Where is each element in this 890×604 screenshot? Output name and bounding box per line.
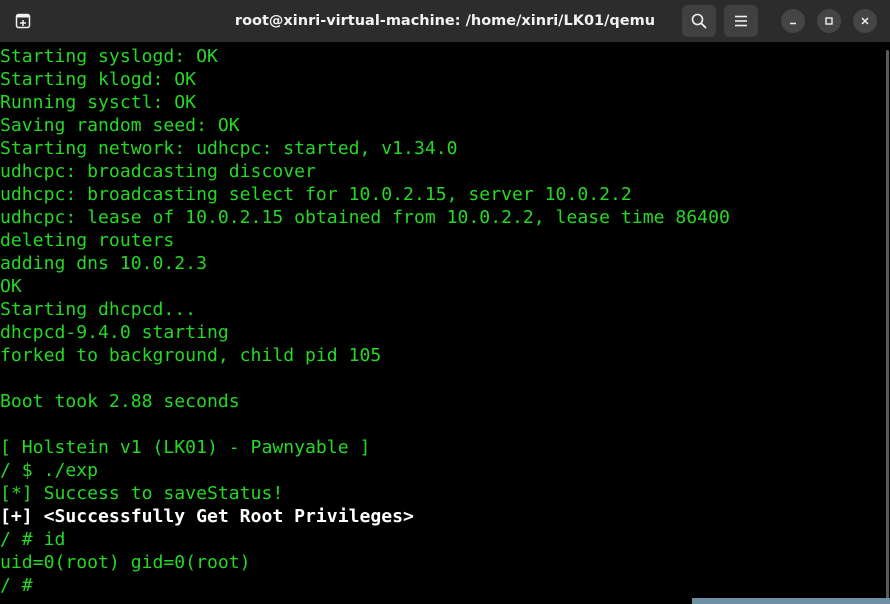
desktop-background-edge: [692, 598, 890, 604]
search-button[interactable]: [682, 5, 716, 37]
terminal-line: uid=0(root) gid=0(root): [0, 552, 251, 573]
new-tab-button[interactable]: [6, 5, 40, 37]
terminal-line: Starting dhcpcd...: [0, 299, 197, 320]
title-bar: root@xinri-virtual-machine: /home/xinri/…: [0, 0, 890, 42]
new-tab-icon: [15, 13, 31, 29]
terminal-scrollbar[interactable]: [884, 42, 890, 604]
scrollbar-thumb[interactable]: [886, 50, 889, 604]
minimize-button[interactable]: [781, 9, 805, 33]
minimize-icon: [790, 22, 796, 25]
maximize-icon: [825, 17, 833, 25]
terminal-line: [ Holstein v1 (LK01) - Pawnyable ]: [0, 437, 371, 458]
terminal-line: udhcpc: broadcasting select for 10.0.2.1…: [0, 184, 632, 205]
terminal-line: Saving random seed: OK: [0, 115, 240, 136]
terminal-line: / # id: [0, 529, 66, 550]
terminal-line: / $ ./exp: [0, 460, 99, 481]
terminal-line: udhcpc: lease of 10.0.2.15 obtained from…: [0, 207, 730, 228]
hamburger-menu-icon: [735, 15, 747, 27]
maximize-button[interactable]: [817, 9, 841, 33]
terminal-line: Boot took 2.88 seconds: [0, 391, 240, 412]
close-icon: [861, 17, 869, 25]
terminal-line: udhcpc: broadcasting discover: [0, 161, 316, 182]
terminal-line: dhcpcd-9.4.0 starting: [0, 322, 229, 343]
terminal-line: Starting network: udhcpc: started, v1.34…: [0, 138, 458, 159]
terminal-line: OK: [0, 276, 22, 297]
terminal-line-root-success: [+] <Successfully Get Root Privileges>: [0, 506, 414, 527]
terminal-prompt-line: / #: [0, 575, 33, 596]
terminal-line: deleting routers: [0, 230, 175, 251]
terminal-window: root@xinri-virtual-machine: /home/xinri/…: [0, 0, 890, 604]
terminal-output[interactable]: Starting syslogd: OK Starting klogd: OK …: [0, 42, 890, 604]
menu-button[interactable]: [724, 5, 758, 37]
search-icon: [691, 13, 707, 29]
terminal-line: [*] Success to saveStatus!: [0, 483, 284, 504]
terminal-line: forked to background, child pid 105: [0, 345, 382, 366]
terminal-line: Running sysctl: OK: [0, 92, 197, 113]
terminal-line: adding dns 10.0.2.3: [0, 253, 207, 274]
close-button[interactable]: [853, 9, 877, 33]
terminal-line: Starting syslogd: OK: [0, 46, 218, 67]
terminal-line: Starting klogd: OK: [0, 69, 197, 90]
